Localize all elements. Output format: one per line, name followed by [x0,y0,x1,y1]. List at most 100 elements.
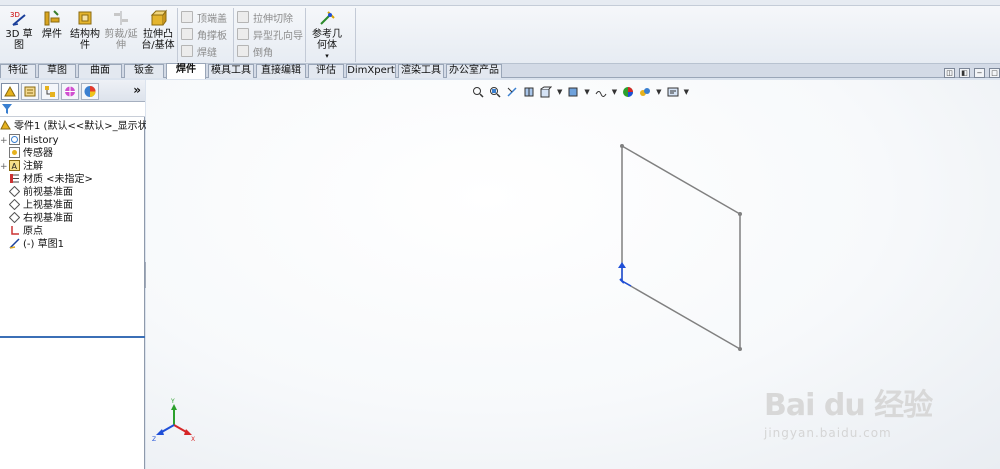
tree-item-right-plane[interactable]: 右视基准面 [0,211,145,225]
structural-member-button[interactable]: 结构构 件 [68,9,102,51]
tab-mold-tools[interactable]: 模具工具 [208,64,254,78]
tree-item-history[interactable]: + History [0,133,145,147]
tree-item-front-plane[interactable]: 前视基准面 [0,185,145,199]
tree-item-part[interactable]: 零件1 (默认<<默认>_显示状态 [0,119,158,133]
tree-item-annotations[interactable]: + A 注解 [0,159,145,173]
gusset-label: 角撑板 [197,30,227,42]
tree-item-sketch1[interactable]: (-) 草图1 [0,237,145,251]
hole-wizard-button[interactable]: 异型孔向导 [237,26,303,42]
end-cap-label: 顶端盖 [197,13,227,25]
tab-surfaces[interactable]: 曲面 [78,64,122,78]
tree-item-label: 上视基准面 [23,200,73,211]
weldment-label: 焊件 [42,29,62,40]
tree-item-label: 材质 <未指定> [23,174,93,185]
tab-dimxpert[interactable]: DimXpert [346,64,396,78]
view-settings-icon[interactable] [667,86,679,98]
configuration-manager-tab[interactable] [41,83,59,100]
filter-icon [2,104,12,114]
svg-text:3D: 3D [10,11,20,19]
sketch-icon [9,237,20,249]
tree-item-label: 前视基准面 [23,187,73,198]
chevron-down-icon: ▾ [325,52,329,60]
chevron-down-icon[interactable]: ▼ [557,88,562,96]
display-manager-icon [84,86,96,97]
feature-manager-tab[interactable] [1,83,19,100]
property-manager-tab[interactable] [21,83,39,100]
previous-view-icon[interactable] [506,86,518,98]
display-manager-tab[interactable] [81,83,99,100]
tab-features[interactable]: 特征 [0,64,36,78]
panel-tabs: » [0,80,145,102]
tree-item-label: History [23,135,59,146]
tree-item-origin[interactable]: 原点 [0,225,145,238]
svg-text:A: A [12,162,18,171]
tree-item-sensors[interactable]: 传感器 [0,146,145,160]
display-style-icon[interactable] [567,86,579,98]
zoom-to-area-icon[interactable] [489,86,501,98]
sketch-point [620,144,624,148]
chevron-down-icon[interactable]: ▼ [656,88,661,96]
tree-filter-bar[interactable] [0,102,145,117]
trim-extend-label-2: 伸 [116,40,126,51]
extruded-boss-button[interactable]: 拉伸凸 台/基体 [140,9,176,51]
restore-view-button[interactable]: ◧ [959,68,970,78]
end-cap-button[interactable]: 顶端盖 [181,9,227,25]
tree-item-top-plane[interactable]: 上视基准面 [0,198,145,212]
material-icon [9,173,20,184]
tab-sheet-metal[interactable]: 钣金 [124,64,164,78]
chevron-down-icon[interactable]: ▼ [612,88,617,96]
chevron-down-icon[interactable]: ▼ [684,88,689,96]
svg-text:X: X [191,436,195,443]
plane-icon [8,211,21,223]
feature-tree-icon [4,85,16,97]
configuration-icon [45,86,55,97]
command-manager-ribbon: 3D 3D 草图 焊件 结构构 件 剪裁/延 伸 拉伸凸 台/基体 顶端盖 角撑… [0,6,1000,64]
extruded-cut-button[interactable]: 拉伸切除 [237,9,293,25]
view-orientation-icon[interactable] [540,86,553,98]
graphics-area[interactable]: Y X Z Bai du 经验 jingyan.baidu.com [146,80,1000,469]
ribbon-separator [177,8,178,62]
reference-geometry-button[interactable]: 参考几 何体 ▾ [309,9,345,62]
tab-weldments[interactable]: 焊件 [166,63,206,79]
ribbon-separator [355,8,356,62]
svg-text:Y: Y [170,398,175,405]
tree-item-label: 注解 [23,161,43,172]
3d-sketch-button[interactable]: 3D 3D 草图 [2,9,36,51]
tab-sketch[interactable]: 草图 [38,64,76,78]
section-view-icon[interactable] [523,86,535,98]
tab-evaluate[interactable]: 评估 [308,64,344,78]
apply-scene-icon[interactable] [639,86,651,98]
structural-member-label-2: 件 [80,40,90,51]
tab-direct-editing[interactable]: 直接编辑 [256,64,306,78]
trim-extend-button[interactable]: 剪裁/延 伸 [104,9,138,51]
weld-bead-label: 焊缝 [197,47,217,59]
minimize-view-button[interactable]: − [974,68,985,78]
reference-geometry-icon [318,9,336,27]
edit-appearance-icon[interactable] [622,86,634,98]
dimxpert-manager-tab[interactable] [61,83,79,100]
tab-office-products[interactable]: 办公室产品 [446,64,502,78]
hide-show-items-icon[interactable] [595,86,607,98]
tree-item-material[interactable]: 材质 <未指定> [0,173,145,186]
maximize-view-button[interactable]: □ [989,68,1000,78]
sketch-origin-icon [618,262,632,287]
zoom-to-fit-icon[interactable] [472,86,484,98]
tab-render-tools[interactable]: 渲染工具 [398,64,444,78]
history-icon [9,133,20,145]
chevron-down-icon[interactable]: ▼ [584,88,589,96]
gusset-button[interactable]: 角撑板 [181,26,227,42]
split-view-button[interactable]: ◫ [944,68,955,78]
extruded-boss-icon [149,9,167,27]
sketch-point [738,212,742,216]
chamfer-button[interactable]: 倒角 [237,43,273,59]
weldment-button[interactable]: 焊件 [38,9,66,40]
extruded-cut-icon [237,11,249,23]
property-icon [24,86,36,97]
view-triad-icon: Y X Z [152,398,195,443]
weld-bead-button[interactable]: 焊缝 [181,43,217,59]
tree-item-label: 传感器 [23,148,53,159]
annotation-icon: A [9,159,20,171]
more-tabs-button[interactable]: » [133,83,141,97]
chamfer-label: 倒角 [253,47,273,59]
plane-icon [8,198,21,210]
